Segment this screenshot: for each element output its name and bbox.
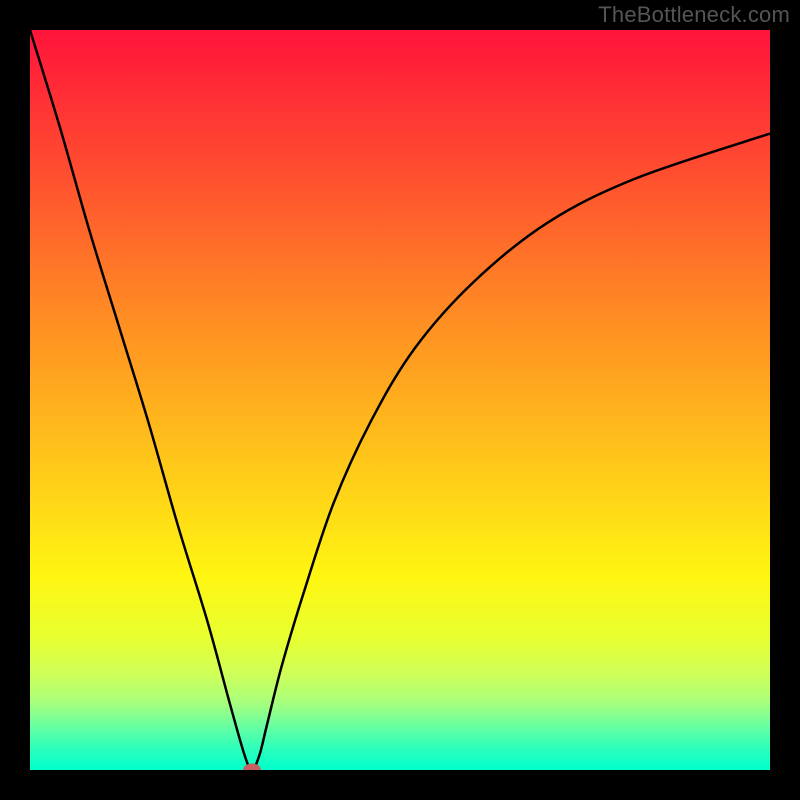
- plot-area: [30, 30, 770, 770]
- bottleneck-curve: [30, 30, 770, 770]
- watermark-label: TheBottleneck.com: [598, 2, 790, 28]
- chart-frame: TheBottleneck.com: [0, 0, 800, 800]
- optimal-point-marker: [243, 764, 261, 771]
- curve-svg: [30, 30, 770, 770]
